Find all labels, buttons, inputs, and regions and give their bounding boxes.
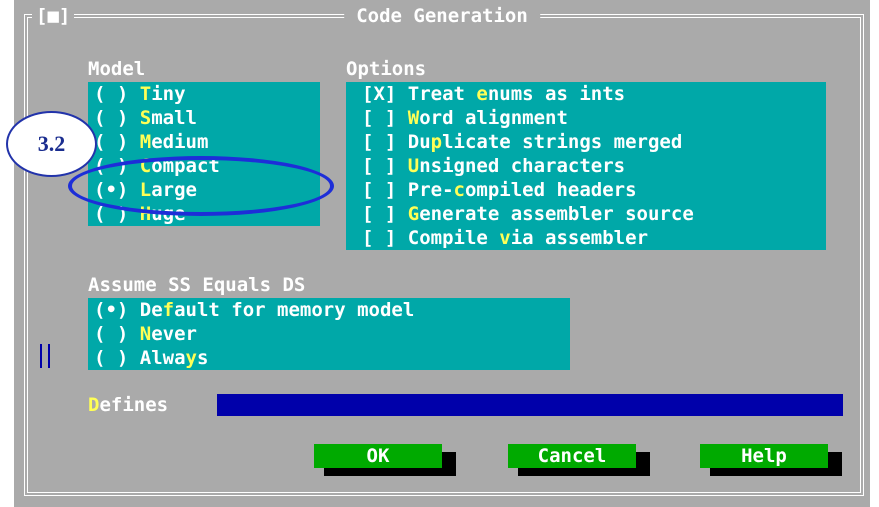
option-word-alignment[interactable]: [ ] Word alignment: [362, 106, 568, 130]
defines-input[interactable]: [217, 394, 843, 416]
ok-button[interactable]: OK: [314, 444, 442, 468]
code-generation-dialog: [■] Code Generation Model ( ) Tiny ( ) S…: [14, 0, 870, 507]
model-heading: Model: [88, 58, 146, 80]
ssds-heading: Assume SS Equals DS: [88, 274, 306, 296]
option-generate-assembler-source[interactable]: [ ] Generate assembler source: [362, 202, 694, 226]
ssds-radio-group: (•) Default for memory model ( ) Never (…: [88, 298, 570, 370]
step-label: 3.2: [6, 111, 97, 177]
options-checkbox-group: [X] Treat enums as ints [ ] Word alignme…: [346, 82, 826, 250]
cancel-button[interactable]: Cancel: [508, 444, 636, 468]
title-bar: [■] Code Generation: [14, 0, 870, 30]
highlight-ellipse: [68, 156, 334, 216]
model-option-medium[interactable]: ( ) Medium: [94, 130, 208, 154]
options-heading: Options: [346, 58, 427, 80]
help-button[interactable]: Help: [700, 444, 828, 468]
option-compile-via-assembler[interactable]: [ ] Compile via assembler: [362, 226, 648, 250]
ssds-option-always[interactable]: ( ) Always: [94, 346, 208, 370]
close-button[interactable]: [■]: [32, 5, 75, 29]
ssds-option-default[interactable]: (•) Default for memory model: [94, 298, 414, 322]
model-option-tiny[interactable]: ( ) Tiny: [94, 82, 186, 106]
scroll-marker: [40, 344, 50, 368]
defines-label: Defines: [88, 394, 169, 416]
option-duplicate-strings-merged[interactable]: [ ] Duplicate strings merged: [362, 130, 682, 154]
option-treat-enums-as-ints[interactable]: [X] Treat enums as ints: [362, 82, 625, 106]
dialog-title: Code Generation: [344, 5, 540, 27]
model-option-small[interactable]: ( ) Small: [94, 106, 197, 130]
option-unsigned-characters[interactable]: [ ] Unsigned characters: [362, 154, 625, 178]
ssds-option-never[interactable]: ( ) Never: [94, 322, 197, 346]
option-precompiled-headers[interactable]: [ ] Pre-compiled headers: [362, 178, 637, 202]
